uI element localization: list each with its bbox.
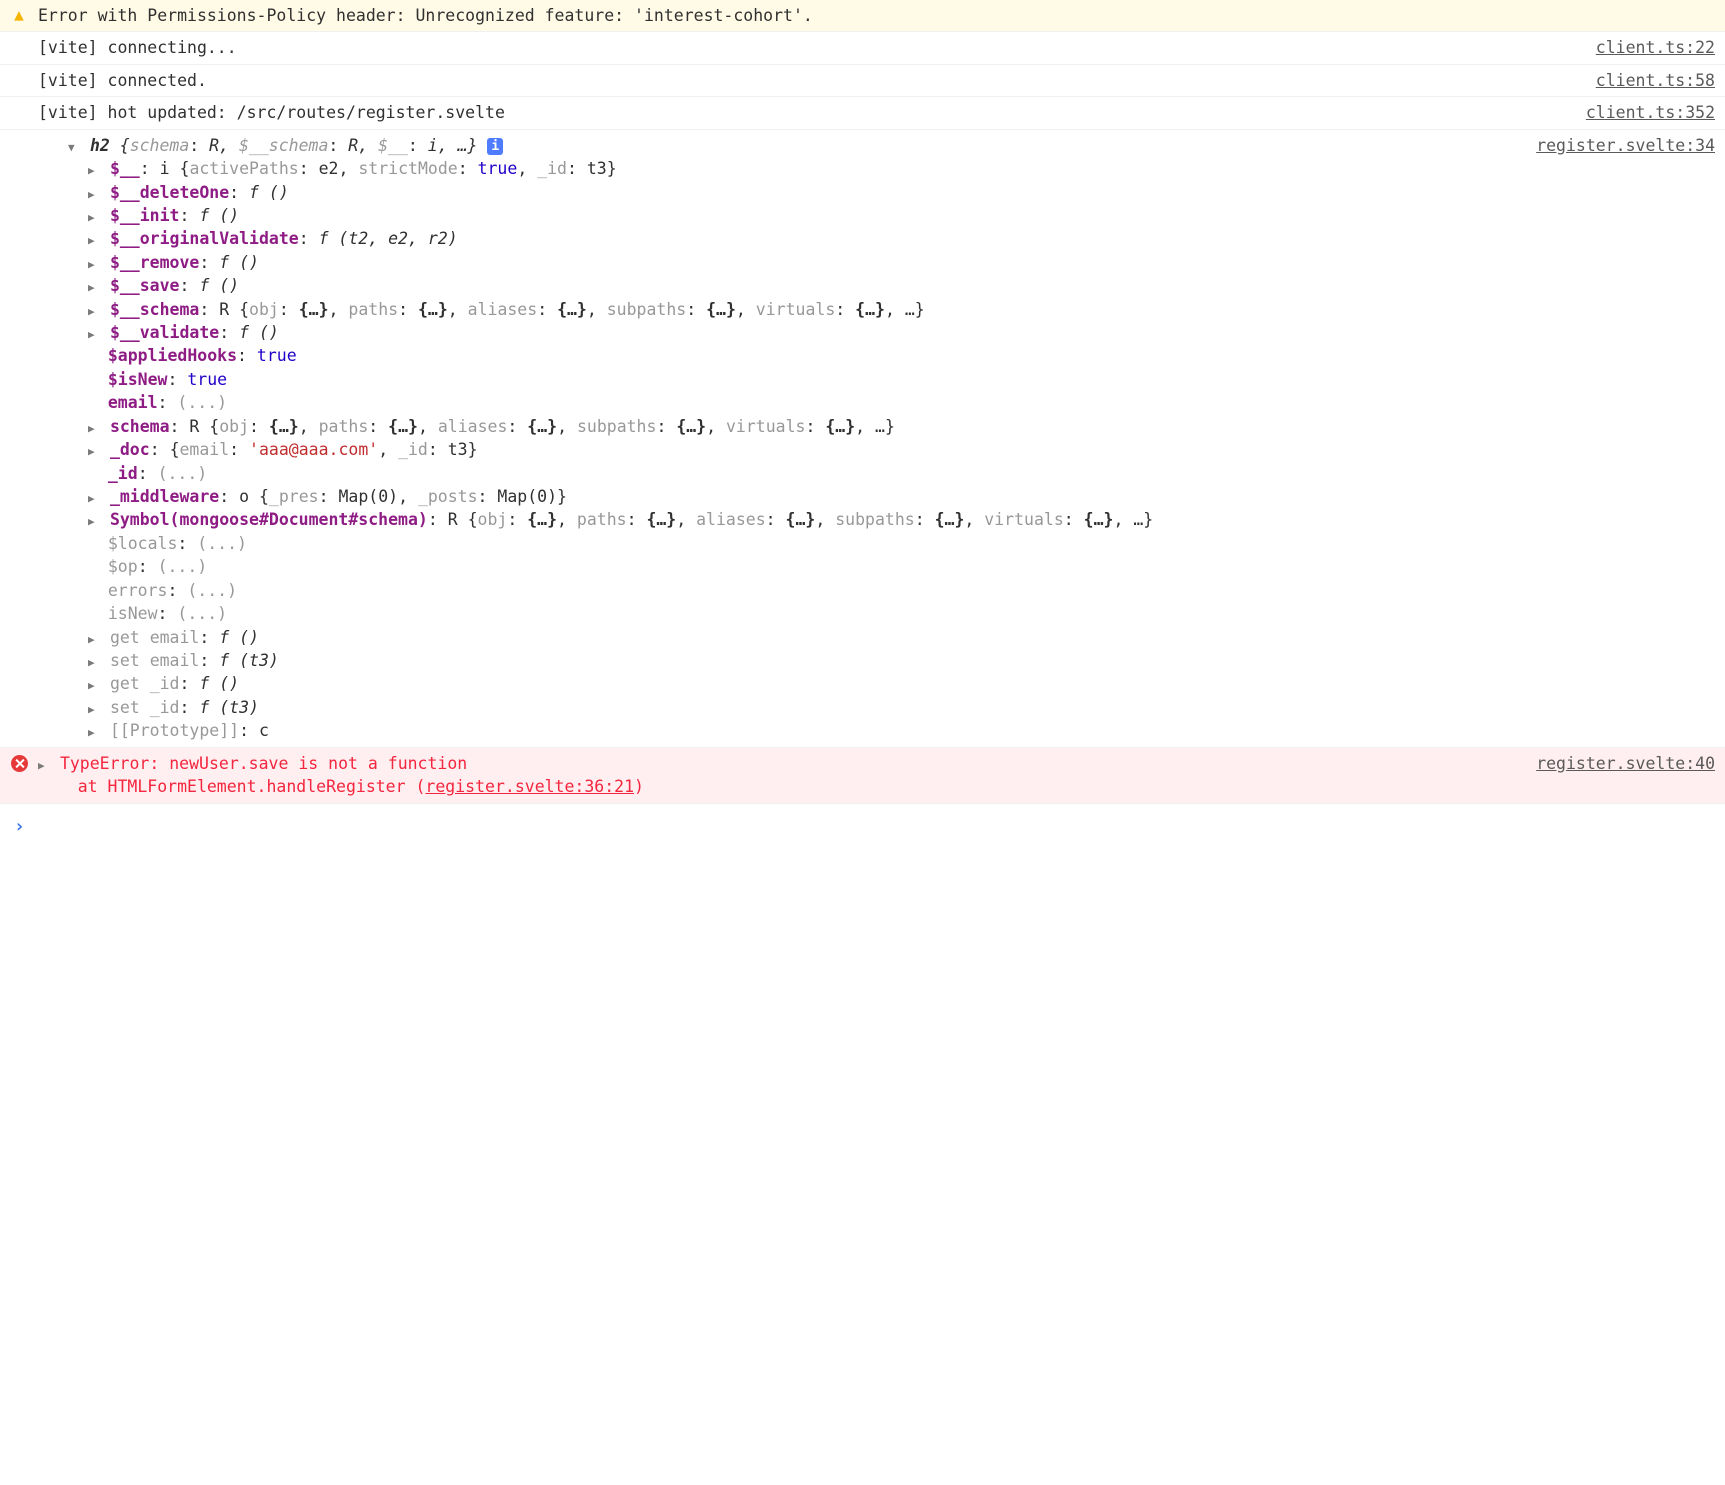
- object-property-row[interactable]: schema: R {obj: {…}, paths: {…}, aliases…: [38, 415, 1528, 438]
- object-property-row[interactable]: get _id: f (): [38, 672, 1528, 695]
- expand-toggle-icon[interactable]: [88, 251, 100, 274]
- expand-toggle-icon[interactable]: [88, 696, 100, 719]
- expand-toggle-icon[interactable]: [88, 181, 100, 204]
- object-header[interactable]: h2 {schema: R, $__schema: R, $__: i, …} …: [38, 134, 1528, 157]
- info-badge-icon[interactable]: i: [487, 138, 503, 155]
- error-message: TypeError: newUser.save is not a functio…: [38, 752, 1528, 799]
- object-property-row: email: (...): [38, 391, 1528, 414]
- console-row-warning: ▲ Error with Permissions-Policy header: …: [0, 0, 1725, 32]
- log-message: [vite] connecting...: [38, 36, 1588, 59]
- expand-toggle-icon[interactable]: [88, 485, 100, 508]
- source-link[interactable]: register.svelte:40: [1536, 752, 1715, 775]
- object-property-row[interactable]: _middleware: o {_pres: Map(0), _posts: M…: [38, 485, 1528, 508]
- error-stack-prefix: at HTMLFormElement.handleRegister (: [38, 777, 425, 796]
- source-link[interactable]: register.svelte:34: [1536, 134, 1715, 157]
- error-icon: [8, 752, 30, 775]
- expand-toggle-icon[interactable]: [88, 321, 100, 344]
- prompt-icon: ›: [14, 816, 25, 837]
- expand-toggle-icon[interactable]: [68, 134, 80, 157]
- object-property-row: isNew: (...): [38, 602, 1528, 625]
- object-property-row: $appliedHooks: true: [38, 344, 1528, 367]
- expand-toggle-icon[interactable]: [88, 508, 100, 531]
- object-dump: h2 {schema: R, $__schema: R, $__: i, …} …: [38, 134, 1528, 743]
- source-link[interactable]: client.ts:352: [1586, 101, 1715, 124]
- object-property-row: errors: (...): [38, 579, 1528, 602]
- expand-toggle-icon[interactable]: [88, 719, 100, 742]
- expand-toggle-icon[interactable]: [88, 415, 100, 438]
- expand-toggle-icon[interactable]: [88, 438, 100, 461]
- log-message: [vite] connected.: [38, 69, 1588, 92]
- console-row-log: [vite] connected. client.ts:58: [0, 65, 1725, 97]
- object-property-row[interactable]: Symbol(mongoose#Document#schema): R {obj…: [38, 508, 1528, 531]
- warning-icon: ▲: [8, 4, 30, 27]
- object-property-row: $isNew: true: [38, 368, 1528, 391]
- error-stack-suffix: ): [634, 777, 644, 796]
- object-property-row[interactable]: $__schema: R {obj: {…}, paths: {…}, alia…: [38, 298, 1528, 321]
- error-stack-link[interactable]: register.svelte:36:21: [425, 777, 634, 796]
- expand-toggle-icon[interactable]: [88, 204, 100, 227]
- source-link[interactable]: client.ts:58: [1596, 69, 1715, 92]
- log-message: [vite] hot updated: /src/routes/register…: [38, 101, 1578, 124]
- object-property-row[interactable]: $__validate: f (): [38, 321, 1528, 344]
- console-row-log: [vite] connecting... client.ts:22: [0, 32, 1725, 64]
- error-text: TypeError: newUser.save is not a functio…: [60, 754, 467, 773]
- object-property-row[interactable]: $__deleteOne: f (): [38, 181, 1528, 204]
- object-property-row[interactable]: $__save: f (): [38, 274, 1528, 297]
- object-property-row[interactable]: $__remove: f (): [38, 251, 1528, 274]
- console-row-error: TypeError: newUser.save is not a functio…: [0, 748, 1725, 804]
- object-property-row: $locals: (...): [38, 532, 1528, 555]
- expand-toggle-icon[interactable]: [88, 672, 100, 695]
- warning-message: Error with Permissions-Policy header: Un…: [38, 4, 1715, 27]
- object-property-row[interactable]: _doc: {email: 'aaa@aaa.com', _id: t3}: [38, 438, 1528, 461]
- object-property-row[interactable]: [[Prototype]]: c: [38, 719, 1528, 742]
- object-property-row: _id: (...): [38, 462, 1528, 485]
- expand-toggle-icon[interactable]: [88, 227, 100, 250]
- object-property-row[interactable]: get email: f (): [38, 626, 1528, 649]
- expand-toggle-icon[interactable]: [38, 752, 50, 775]
- console-row-log: [vite] hot updated: /src/routes/register…: [0, 97, 1725, 129]
- expand-toggle-icon[interactable]: [88, 298, 100, 321]
- object-property-row[interactable]: $__originalValidate: f (t2, e2, r2): [38, 227, 1528, 250]
- object-property-row: $op: (...): [38, 555, 1528, 578]
- object-property-row[interactable]: $__: i {activePaths: e2, strictMode: tru…: [38, 157, 1528, 180]
- expand-toggle-icon[interactable]: [88, 626, 100, 649]
- console-input-row[interactable]: ›: [0, 804, 1725, 850]
- expand-toggle-icon[interactable]: [88, 649, 100, 672]
- console-row-object: h2 {schema: R, $__schema: R, $__: i, …} …: [0, 130, 1725, 748]
- source-link[interactable]: client.ts:22: [1596, 36, 1715, 59]
- object-property-row[interactable]: set email: f (t3): [38, 649, 1528, 672]
- expand-toggle-icon[interactable]: [88, 157, 100, 180]
- object-property-row[interactable]: set _id: f (t3): [38, 696, 1528, 719]
- object-property-row[interactable]: $__init: f (): [38, 204, 1528, 227]
- expand-toggle-icon[interactable]: [88, 274, 100, 297]
